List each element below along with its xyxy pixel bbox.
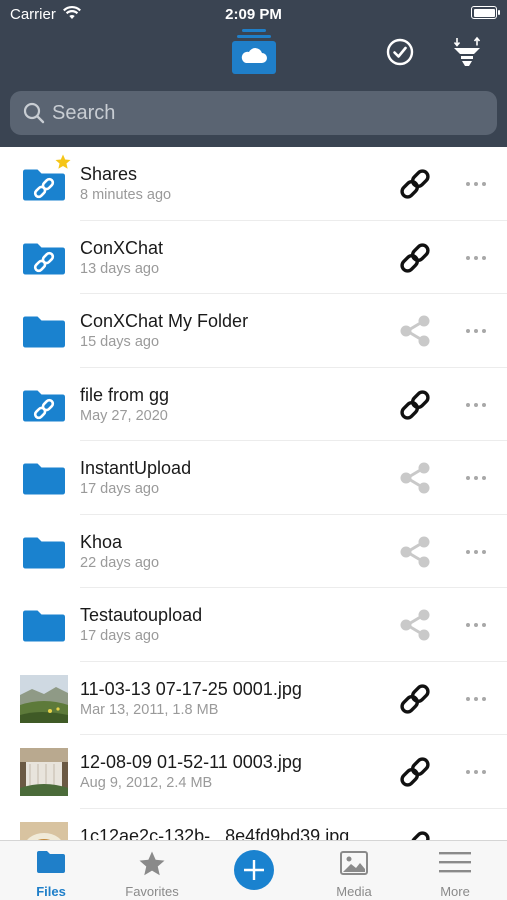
more-options-icon[interactable] <box>458 319 494 343</box>
more-options-icon[interactable] <box>458 540 494 564</box>
search-icon <box>23 102 45 124</box>
file-meta: 17 days ago <box>80 481 160 497</box>
favorite-star-icon <box>54 153 72 176</box>
file-meta: 22 days ago <box>80 554 160 571</box>
tab-files[interactable]: Files <box>1 841 101 900</box>
shared-folder-icon <box>20 381 68 429</box>
image-thumbnail <box>20 748 68 796</box>
add-button[interactable] <box>234 850 274 890</box>
hamburger-menu-icon <box>438 849 472 880</box>
link-icon[interactable] <box>396 165 434 203</box>
tab-label: Media <box>336 884 372 899</box>
select-button[interactable] <box>382 34 418 70</box>
file-meta: Mar 13, 2011, 1.8 MB <box>80 701 219 718</box>
folder-icon <box>20 454 68 502</box>
link-icon[interactable] <box>396 680 434 718</box>
file-name: 12-08-09 01-52-11 0003.jpg <box>80 752 302 772</box>
link-icon[interactable] <box>396 827 434 840</box>
folder-icon <box>20 601 68 649</box>
more-options-icon[interactable] <box>458 172 494 196</box>
more-options-icon[interactable] <box>458 466 494 490</box>
file-meta: 13 days ago <box>80 260 160 277</box>
file-name: Khoa <box>80 531 123 552</box>
share-icon[interactable] <box>396 533 434 571</box>
tab-favorites[interactable]: Favorites <box>102 841 202 900</box>
file-name: 11-03-13 07-17-25 0001.jpg <box>80 678 302 699</box>
file-meta: Aug 9, 2012, 2.4 MB <box>80 775 213 791</box>
file-meta: 15 days ago <box>80 334 160 350</box>
file-name: InstantUpload <box>80 458 192 478</box>
tab-label: Files <box>36 884 66 899</box>
file-name: Shares <box>80 164 138 184</box>
status-bar: Carrier 2:09 PM <box>0 0 507 28</box>
more-options-icon[interactable] <box>458 760 494 784</box>
more-options-icon[interactable] <box>458 393 494 417</box>
battery-icon <box>471 6 500 19</box>
share-icon[interactable] <box>396 459 434 497</box>
folder-icon <box>20 307 68 355</box>
file-row[interactable]: InstantUpload 17 days ago <box>0 441 507 515</box>
file-row[interactable]: 12-08-09 01-52-11 0003.jpg Aug 9, 2012, 2… <box>0 735 507 809</box>
link-icon[interactable] <box>396 386 434 424</box>
search-input[interactable] <box>52 91 482 135</box>
more-options-icon[interactable] <box>458 613 494 637</box>
file-row[interactable]: ConXChat My Folder 15 days ago <box>0 294 507 368</box>
app-header: Carrier 2:09 PM <box>0 0 507 147</box>
share-icon[interactable] <box>396 312 434 350</box>
link-icon[interactable] <box>396 239 434 277</box>
file-list: Shares 8 minutes ago ConXChat 13 days ago Co… <box>0 147 507 840</box>
file-row[interactable]: ConXChat 13 days ago <box>0 221 507 295</box>
file-name: 1c12ae2c-132b-...8e4fd9bd39.jpg <box>80 825 350 841</box>
folder-icon <box>36 849 66 880</box>
file-name: ConXChat <box>80 237 164 258</box>
shared-folder-icon <box>20 234 68 282</box>
tab-label: Favorites <box>125 884 179 899</box>
status-time: 2:09 PM <box>225 6 282 23</box>
image-thumbnail <box>20 821 68 840</box>
file-meta: 8 minutes ago <box>80 187 172 203</box>
file-name: Testautoupload <box>80 605 203 625</box>
file-row[interactable]: Khoa 22 days ago <box>0 515 507 589</box>
tab-bar: Files Favorites Media More <box>0 840 507 900</box>
file-name: file from gg <box>80 384 170 405</box>
star-icon <box>137 849 167 884</box>
image-icon <box>339 849 369 882</box>
file-meta: 17 days ago <box>80 628 160 644</box>
file-meta: May 27, 2020 <box>80 407 168 424</box>
folder-icon <box>20 528 68 576</box>
file-name: ConXChat My Folder <box>80 311 249 331</box>
more-options-icon[interactable] <box>458 246 494 270</box>
file-row[interactable]: 11-03-13 07-17-25 0001.jpg Mar 13, 2011, … <box>0 662 507 736</box>
file-row[interactable]: Shares 8 minutes ago <box>0 147 507 221</box>
file-row[interactable]: file from gg May 27, 2020 <box>0 368 507 442</box>
sort-button[interactable] <box>449 34 485 70</box>
tab-label: More <box>440 884 470 899</box>
tab-more[interactable]: More <box>405 841 505 900</box>
plus-icon <box>244 860 264 880</box>
search-bar[interactable] <box>10 91 497 135</box>
cloud-folder-icon <box>232 29 276 74</box>
image-thumbnail <box>20 674 68 723</box>
link-icon[interactable] <box>396 753 434 791</box>
tab-media[interactable]: Media <box>304 841 404 900</box>
file-row[interactable]: 1c12ae2c-132b-...8e4fd9bd39.jpg <box>0 809 507 841</box>
file-row[interactable]: Testautoupload 17 days ago <box>0 588 507 662</box>
more-options-icon[interactable] <box>458 687 494 711</box>
share-icon[interactable] <box>396 606 434 644</box>
